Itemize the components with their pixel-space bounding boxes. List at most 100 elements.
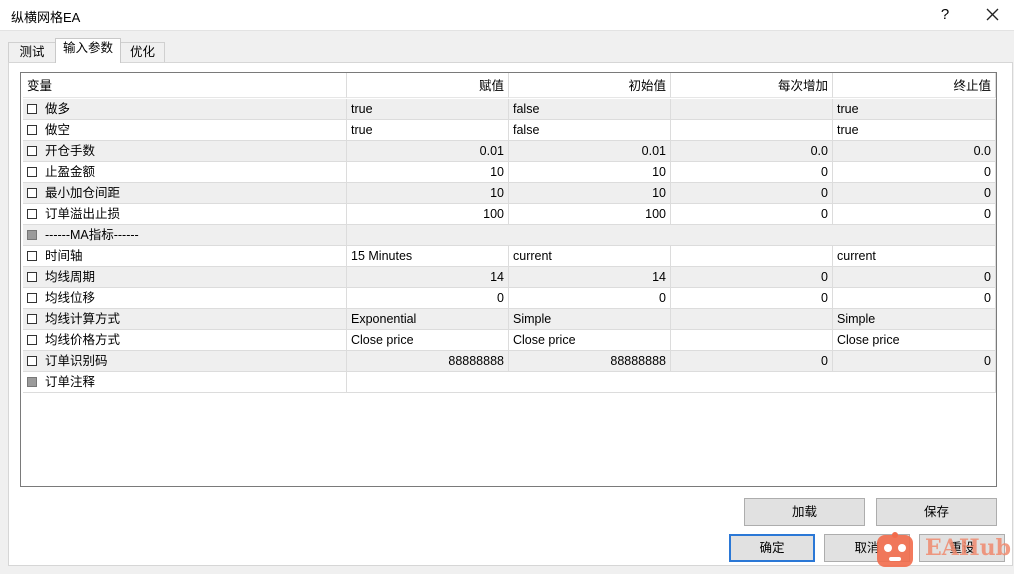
- param-checkbox[interactable]: [27, 356, 37, 366]
- table-row[interactable]: 均线位移 0 0 0 0: [23, 288, 996, 309]
- param-step[interactable]: [671, 309, 833, 330]
- param-value[interactable]: true: [347, 99, 509, 120]
- tab-optimization[interactable]: 优化: [120, 42, 165, 62]
- param-start[interactable]: false: [509, 99, 671, 120]
- table-row[interactable]: 最小加仓间距 10 10 0 0: [23, 183, 996, 204]
- table-row[interactable]: 均线价格方式 Close price Close price Close price: [23, 330, 996, 351]
- header-variable[interactable]: 变量: [23, 73, 347, 98]
- param-stop[interactable]: Close price: [833, 330, 996, 351]
- param-start[interactable]: 10: [509, 183, 671, 204]
- param-step-text: 0: [821, 165, 828, 179]
- table-row[interactable]: 均线周期 14 14 0 0: [23, 267, 996, 288]
- param-value-text: 0.01: [479, 144, 504, 158]
- close-button[interactable]: [970, 0, 1014, 30]
- title-bar: 纵横网格EA ?: [0, 0, 1014, 31]
- param-checkbox[interactable]: [27, 146, 37, 156]
- param-checkbox[interactable]: [27, 314, 37, 324]
- table-row[interactable]: 开仓手数 0.01 0.01 0.0 0.0: [23, 141, 996, 162]
- param-step[interactable]: 0: [671, 183, 833, 204]
- param-start[interactable]: 14: [509, 267, 671, 288]
- param-step[interactable]: [671, 246, 833, 267]
- param-value[interactable]: 14: [347, 267, 509, 288]
- header-start[interactable]: 初始值: [509, 73, 671, 98]
- param-start[interactable]: Simple: [509, 309, 671, 330]
- param-value[interactable]: Exponential: [347, 309, 509, 330]
- param-value-text: 14: [490, 270, 504, 284]
- param-step[interactable]: 0: [671, 204, 833, 225]
- header-step[interactable]: 每次增加: [671, 73, 833, 98]
- tab-inputs[interactable]: 输入参数: [55, 38, 121, 63]
- param-checkbox[interactable]: [27, 335, 37, 345]
- param-stop[interactable]: 0: [833, 183, 996, 204]
- param-start[interactable]: Close price: [509, 330, 671, 351]
- param-start[interactable]: 0.01: [509, 141, 671, 162]
- param-value[interactable]: 10: [347, 162, 509, 183]
- param-step[interactable]: 0: [671, 267, 833, 288]
- param-step[interactable]: [671, 99, 833, 120]
- param-step[interactable]: [671, 120, 833, 141]
- tab-bar: 测试 输入参数 优化: [8, 38, 1008, 63]
- param-name-text: 均线周期: [45, 270, 96, 284]
- table-row[interactable]: ------MA指标------: [23, 225, 996, 246]
- param-start[interactable]: 88888888: [509, 351, 671, 372]
- save-button[interactable]: 保存: [876, 498, 997, 526]
- param-step[interactable]: 0.0: [671, 141, 833, 162]
- param-step[interactable]: 0: [671, 162, 833, 183]
- param-value[interactable]: [347, 372, 996, 393]
- param-value[interactable]: 100: [347, 204, 509, 225]
- param-value[interactable]: 0.01: [347, 141, 509, 162]
- param-checkbox[interactable]: [27, 272, 37, 282]
- param-stop[interactable]: 0: [833, 162, 996, 183]
- table-row[interactable]: 做多 true false true: [23, 99, 996, 120]
- param-stop[interactable]: 0: [833, 267, 996, 288]
- param-checkbox[interactable]: [27, 293, 37, 303]
- header-value[interactable]: 赋值: [347, 73, 509, 98]
- param-step[interactable]: 0: [671, 288, 833, 309]
- ok-button[interactable]: 确定: [729, 534, 815, 562]
- param-name: 均线计算方式: [23, 309, 347, 330]
- param-stop[interactable]: 0: [833, 204, 996, 225]
- table-row[interactable]: 均线计算方式 Exponential Simple Simple: [23, 309, 996, 330]
- param-name: 订单注释: [23, 372, 347, 393]
- table-row[interactable]: 订单识别码 88888888 88888888 0 0: [23, 351, 996, 372]
- param-stop[interactable]: true: [833, 120, 996, 141]
- table-row[interactable]: 订单溢出止损 100 100 0 0: [23, 204, 996, 225]
- table-row[interactable]: 时间轴 15 Minutes current current: [23, 246, 996, 267]
- param-value[interactable]: 88888888: [347, 351, 509, 372]
- param-checkbox[interactable]: [27, 188, 37, 198]
- param-start[interactable]: 0: [509, 288, 671, 309]
- param-checkbox[interactable]: [27, 251, 37, 261]
- header-stop[interactable]: 终止值: [833, 73, 996, 98]
- param-stop[interactable]: Simple: [833, 309, 996, 330]
- param-name-text: 订单识别码: [45, 354, 108, 368]
- table-row[interactable]: 做空 true false true: [23, 120, 996, 141]
- help-button[interactable]: ?: [928, 0, 962, 30]
- param-step[interactable]: [671, 330, 833, 351]
- param-stop[interactable]: 0.0: [833, 141, 996, 162]
- param-value[interactable]: Close price: [347, 330, 509, 351]
- tab-test[interactable]: 测试: [8, 42, 56, 62]
- param-start[interactable]: 10: [509, 162, 671, 183]
- param-stop[interactable]: true: [833, 99, 996, 120]
- param-start[interactable]: current: [509, 246, 671, 267]
- param-step[interactable]: 0: [671, 351, 833, 372]
- param-value[interactable]: true: [347, 120, 509, 141]
- param-step-text: 0: [821, 207, 828, 221]
- param-value[interactable]: 10: [347, 183, 509, 204]
- param-stop[interactable]: 0: [833, 288, 996, 309]
- param-checkbox[interactable]: [27, 167, 37, 177]
- param-value[interactable]: [347, 225, 996, 246]
- param-start[interactable]: 100: [509, 204, 671, 225]
- load-button[interactable]: 加载: [744, 498, 865, 526]
- param-value[interactable]: 15 Minutes: [347, 246, 509, 267]
- param-checkbox[interactable]: [27, 209, 37, 219]
- table-row[interactable]: 订单注释: [23, 372, 996, 393]
- param-start[interactable]: false: [509, 120, 671, 141]
- param-checkbox[interactable]: [27, 125, 37, 135]
- table-row[interactable]: 止盈金额 10 10 0 0: [23, 162, 996, 183]
- param-stop[interactable]: 0: [833, 351, 996, 372]
- param-checkbox[interactable]: [27, 104, 37, 114]
- param-value[interactable]: 0: [347, 288, 509, 309]
- param-stop[interactable]: current: [833, 246, 996, 267]
- param-step-text: 0: [821, 270, 828, 284]
